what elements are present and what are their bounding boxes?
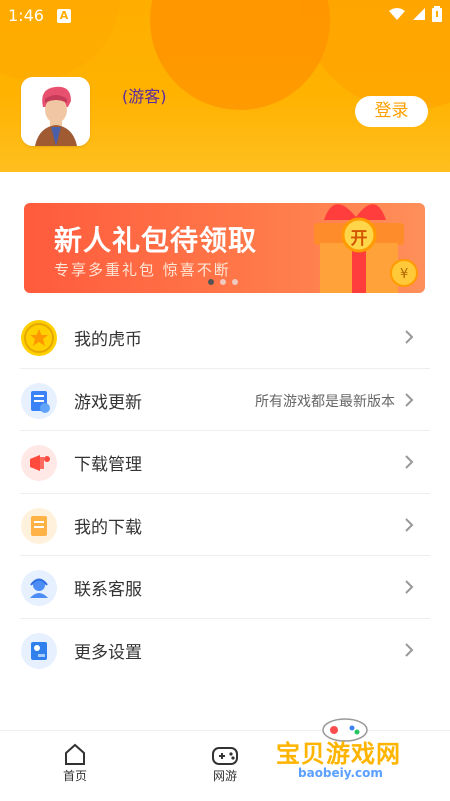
my-download-icon bbox=[21, 508, 57, 544]
nav-home-label: 首页 bbox=[62, 769, 87, 783]
watermark-name: 宝贝游戏网 bbox=[276, 740, 401, 768]
signal-icon bbox=[413, 8, 425, 20]
header: 1:46 A (游客) 登录 bbox=[0, 0, 450, 172]
login-button[interactable]: 登录 bbox=[355, 96, 428, 127]
banner-subtitle: 专享多重礼包 惊喜不断 bbox=[54, 261, 231, 279]
menu-label: 游戏更新 bbox=[74, 393, 142, 413]
chevron-right-icon bbox=[405, 393, 414, 407]
nav-online-games-label: 网游 bbox=[212, 769, 237, 783]
avatar[interactable] bbox=[21, 77, 90, 146]
wifi-icon bbox=[389, 8, 405, 20]
home-icon bbox=[65, 743, 85, 765]
menu-label: 联系客服 bbox=[74, 580, 142, 600]
guest-name: (游客) bbox=[122, 87, 167, 106]
coin-icon bbox=[21, 320, 57, 356]
menu-item-game-update[interactable]: 游戏更新 所有游戏都是最新版本 bbox=[0, 369, 450, 431]
menu-label: 我的下载 bbox=[74, 518, 142, 538]
chevron-right-icon bbox=[405, 643, 414, 657]
chevron-right-icon bbox=[405, 330, 414, 344]
banner-pagination bbox=[208, 279, 238, 285]
avatar-illustration-icon bbox=[21, 77, 90, 146]
gift-open-badge: 开 bbox=[350, 229, 368, 249]
nav-home[interactable]: 首页 bbox=[45, 741, 105, 784]
menu-item-customer-service[interactable]: 联系客服 bbox=[0, 556, 450, 618]
update-icon bbox=[21, 383, 57, 419]
menu-item-tiger-coins[interactable]: 我的虎币 bbox=[0, 306, 450, 368]
gamepad-icon bbox=[212, 747, 238, 765]
menu-label: 我的虎币 bbox=[74, 330, 142, 350]
pagination-dot[interactable] bbox=[208, 279, 214, 285]
pagination-dot[interactable] bbox=[232, 279, 238, 285]
menu-label: 下载管理 bbox=[74, 455, 142, 475]
chevron-right-icon bbox=[405, 455, 414, 469]
status-bar: 1:46 A bbox=[0, 0, 450, 32]
menu-item-download-manage[interactable]: 下载管理 bbox=[0, 431, 450, 493]
battery-icon bbox=[432, 6, 442, 22]
menu-item-my-downloads[interactable]: 我的下载 bbox=[0, 494, 450, 556]
banner-title: 新人礼包待领取 bbox=[54, 224, 258, 257]
chevron-right-icon bbox=[405, 518, 414, 532]
watermark-domain: baobeiy.com bbox=[298, 766, 383, 780]
chevron-right-icon bbox=[405, 580, 414, 594]
nav-online-games[interactable]: 网游 bbox=[195, 741, 255, 784]
status-icons bbox=[388, 6, 442, 22]
download-manage-icon bbox=[21, 445, 57, 481]
pagination-dot[interactable] bbox=[220, 279, 226, 285]
settings-icon bbox=[21, 633, 57, 669]
menu-label: 更多设置 bbox=[74, 643, 142, 663]
update-status-text: 所有游戏都是最新版本 bbox=[255, 394, 395, 410]
svg-text:¥: ¥ bbox=[400, 267, 408, 282]
menu-item-more-settings[interactable]: 更多设置 bbox=[0, 619, 450, 681]
site-watermark: 宝贝游戏网 baobeiy.com bbox=[270, 714, 440, 794]
customer-service-icon bbox=[21, 570, 57, 606]
notification-a-icon: A bbox=[57, 9, 71, 23]
status-time: 1:46 bbox=[8, 6, 44, 25]
